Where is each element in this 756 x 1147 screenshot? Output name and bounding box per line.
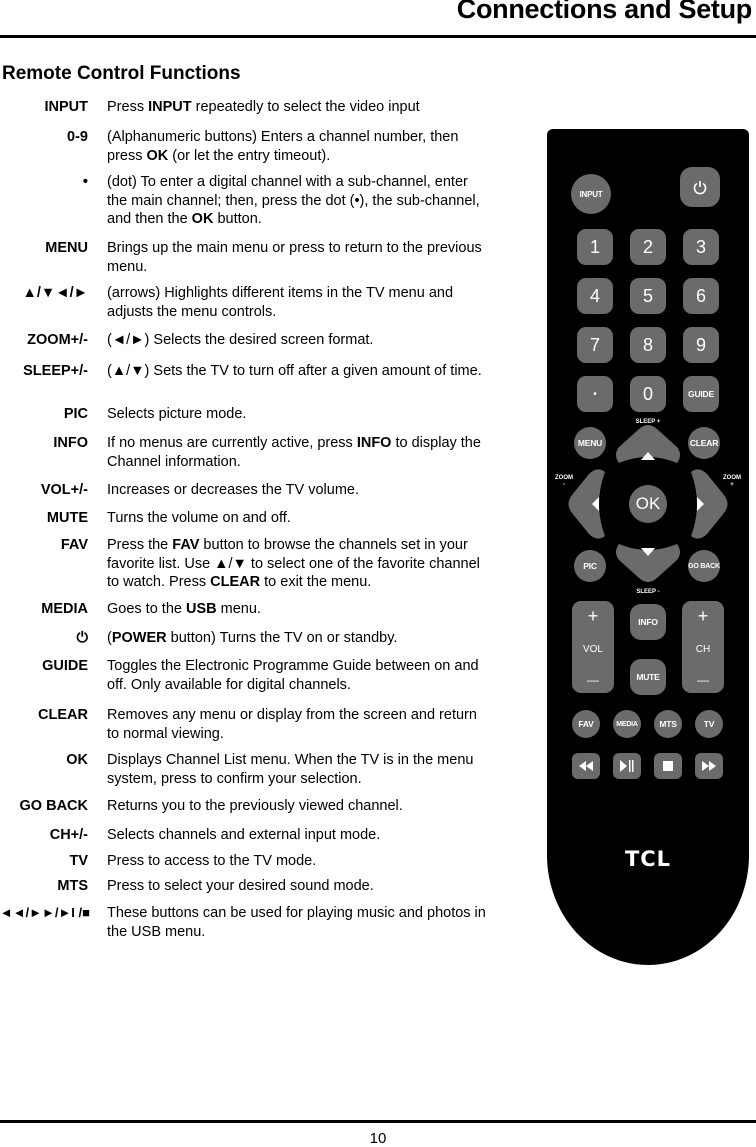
remote-ch-rocker: + CH — bbox=[682, 601, 724, 693]
function-key: OK bbox=[66, 752, 88, 768]
vol-minus-icon: — bbox=[587, 673, 599, 687]
remote-digit-9: 9 bbox=[683, 327, 719, 363]
function-description: (◄/►) Selects the desired screen format. bbox=[107, 332, 374, 348]
remote-dot-button: • bbox=[577, 376, 613, 412]
function-key: INPUT bbox=[44, 99, 89, 115]
function-key: MUTE bbox=[46, 510, 88, 526]
function-key: 0-9 bbox=[67, 129, 88, 145]
function-description: Removes any menu or display from the scr… bbox=[107, 707, 477, 742]
ch-label: CH bbox=[695, 643, 711, 655]
function-description: (Alphanumeric buttons) Enters a channel … bbox=[107, 129, 459, 164]
remote-menu-button: MENU bbox=[574, 427, 606, 459]
function-description: Returns you to the previously viewed cha… bbox=[107, 798, 403, 814]
function-key: GO BACK bbox=[19, 798, 88, 814]
remote-info-button: INFO bbox=[630, 604, 666, 640]
function-key: FAV bbox=[60, 537, 88, 553]
function-description: Goes to the USB menu. bbox=[107, 601, 261, 617]
remote-digit-7: 7 bbox=[577, 327, 613, 363]
footer-rule bbox=[0, 1120, 756, 1123]
remote-media-button: MEDIA bbox=[613, 710, 641, 738]
function-key: ⏻ bbox=[76, 630, 88, 646]
header-rule bbox=[0, 35, 756, 38]
rewind-icon bbox=[579, 761, 593, 771]
remote-digit-0: 0 bbox=[630, 376, 666, 412]
function-description: Press to select your desired sound mode. bbox=[107, 878, 374, 894]
remote-control-image: INPUT 123456789 • 0 GUIDE SLEEP + MENU C… bbox=[547, 129, 749, 965]
function-key: CH+/- bbox=[49, 827, 88, 843]
vol-plus-icon: + bbox=[587, 606, 599, 626]
function-description: Increases or decreases the TV volume. bbox=[107, 482, 359, 498]
section-title: Remote Control Functions bbox=[2, 63, 241, 84]
function-description: Displays Channel List menu. When the TV … bbox=[107, 752, 474, 787]
function-key: VOL+/- bbox=[40, 482, 88, 498]
function-description: (arrows) Highlights different items in t… bbox=[107, 285, 454, 320]
function-description: (dot) To enter a digital channel with a … bbox=[107, 174, 480, 227]
remote-stop-button bbox=[654, 753, 682, 779]
function-description: Brings up the main menu or press to retu… bbox=[107, 240, 482, 275]
tcl-logo: TCL bbox=[624, 847, 672, 871]
function-key: CLEAR bbox=[38, 707, 88, 723]
fast-forward-icon bbox=[702, 761, 716, 771]
zoom-minus-label: ZOOM - bbox=[555, 475, 573, 488]
function-key: MENU bbox=[45, 240, 88, 256]
function-key: INFO bbox=[53, 435, 88, 451]
page-header-title: Connections and Setup bbox=[456, 0, 753, 24]
remote-clear-button: CLEAR bbox=[688, 427, 720, 459]
stop-icon bbox=[663, 761, 673, 771]
function-description: Turns the volume on and off. bbox=[107, 510, 291, 526]
function-key: TV bbox=[69, 853, 88, 869]
sleep-plus-label: SLEEP + bbox=[635, 419, 661, 425]
zoom-plus-label: ZOOM + bbox=[723, 475, 741, 488]
remote-tv-button: TV bbox=[695, 710, 723, 738]
remote-digit-8: 8 bbox=[630, 327, 666, 363]
remote-vol-rocker: + VOL — bbox=[572, 601, 614, 693]
remote-fav-button: FAV bbox=[572, 710, 600, 738]
ch-plus-icon: + bbox=[697, 606, 709, 626]
function-description: Press the FAV button to browse the chann… bbox=[107, 537, 480, 590]
remote-mute-button: MUTE bbox=[630, 659, 666, 695]
function-key: SLEEP+/- bbox=[23, 363, 88, 379]
function-key: ◄◄/►►/►I /■ bbox=[0, 905, 90, 920]
function-description: (▲/▼) Sets the TV to turn off after a gi… bbox=[107, 363, 482, 379]
function-description: Selects picture mode. bbox=[107, 406, 247, 422]
remote-ok-button: OK bbox=[629, 485, 667, 523]
function-description: Press INPUT repeatedly to select the vid… bbox=[107, 99, 420, 115]
vol-label: VOL bbox=[582, 643, 603, 655]
remote-goback-button: GO BACK bbox=[688, 550, 720, 582]
function-key: GUIDE bbox=[42, 658, 88, 674]
function-key: • bbox=[82, 174, 88, 190]
remote-mts-button: MTS bbox=[654, 710, 682, 738]
page-number: 10 bbox=[369, 1130, 387, 1147]
function-description: (POWER button) Turns the TV on or standb… bbox=[107, 630, 398, 646]
function-description: Toggles the Electronic Programme Guide b… bbox=[107, 658, 479, 693]
remote-pic-button: PIC bbox=[574, 550, 606, 582]
sleep-minus-label: SLEEP - bbox=[636, 589, 660, 595]
ch-minus-icon: — bbox=[697, 673, 709, 687]
function-description: If no menus are currently active, press … bbox=[107, 435, 481, 470]
function-description: Press to access to the TV mode. bbox=[107, 853, 317, 869]
remote-rewind-button bbox=[572, 753, 600, 779]
function-key: PIC bbox=[63, 406, 88, 422]
remote-play-pause-button bbox=[613, 753, 641, 779]
function-description: Selects channels and external input mode… bbox=[107, 827, 381, 843]
function-key: MEDIA bbox=[41, 601, 88, 617]
remote-fast-forward-button bbox=[695, 753, 723, 779]
function-key: ▲/▼◄/► bbox=[22, 285, 88, 301]
remote-guide-button: GUIDE bbox=[683, 376, 719, 412]
function-key: ZOOM+/- bbox=[27, 332, 88, 348]
play-pause-icon bbox=[620, 760, 634, 772]
function-description: These buttons can be used for playing mu… bbox=[107, 905, 486, 940]
remote-dpad bbox=[568, 425, 728, 582]
function-key: MTS bbox=[57, 878, 88, 894]
